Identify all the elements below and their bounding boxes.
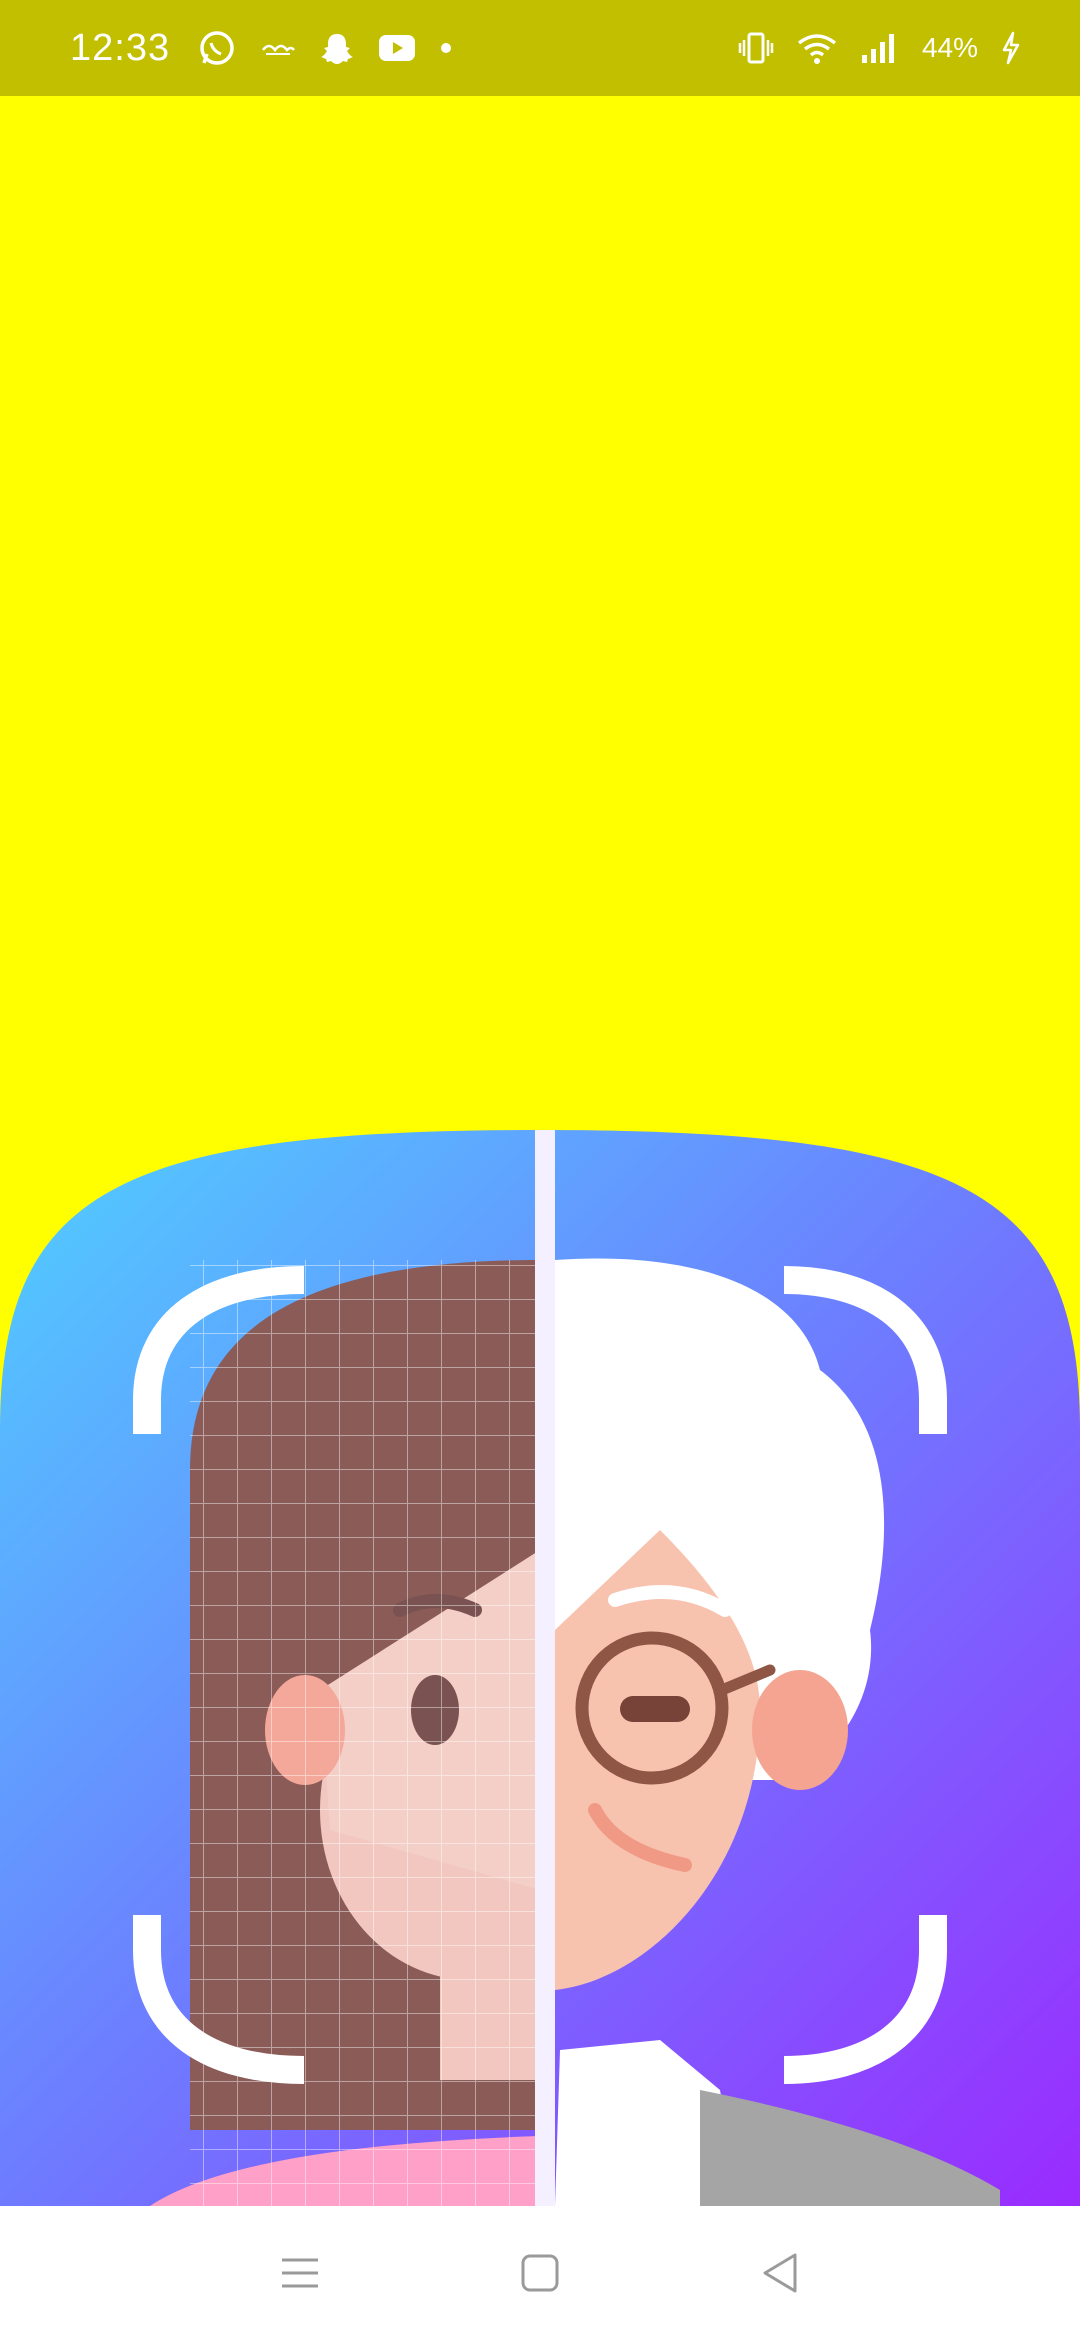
signal-icon (860, 31, 900, 65)
menu-button[interactable] (260, 2233, 340, 2313)
whatsapp-icon (198, 29, 236, 67)
youtube-icon (378, 34, 416, 62)
notification-icons (198, 29, 452, 67)
system-icons: 44% (738, 31, 1020, 65)
status-bar: 12:33 44% (0, 0, 1080, 96)
battery-charging-icon (1000, 31, 1020, 65)
navigation-bar (0, 2206, 1080, 2340)
back-button[interactable] (740, 2233, 820, 2313)
menu-icon (280, 2256, 320, 2290)
home-icon (520, 2253, 560, 2293)
back-icon (760, 2251, 800, 2295)
cloud-notification-icon (260, 36, 296, 60)
wifi-icon (796, 31, 838, 65)
vibrate-icon (738, 31, 774, 65)
dot-icon (440, 42, 452, 54)
battery-percentage: 44% (921, 32, 978, 63)
face-aging-app-logo-icon (0, 1130, 1080, 2206)
snapchat-icon (320, 31, 354, 65)
home-button[interactable] (500, 2233, 580, 2313)
status-time: 12:33 (70, 26, 171, 69)
